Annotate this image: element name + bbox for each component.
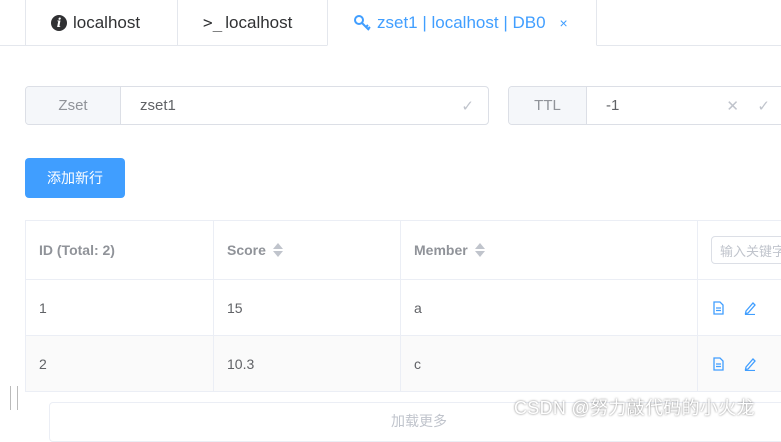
header-score[interactable]: Score [214,221,401,279]
cell-id: 1 [26,280,214,335]
tab-zset1-active[interactable]: zset1 | localhost | DB0 × [327,0,597,46]
table-header: ID (Total: 2) Score Member 输入关键字 [26,221,781,280]
info-icon: i [51,14,67,31]
header-id: ID (Total: 2) [26,221,214,279]
tab-label: localhost [73,12,141,32]
zset-table: ID (Total: 2) Score Member 输入关键字 1 15 a … [25,220,781,392]
header-score-label: Score [227,242,266,258]
tab-localhost-info[interactable]: i localhost [25,0,178,46]
edit-icon[interactable] [743,357,757,371]
table-row: 1 15 a [26,280,781,336]
tab-bar: i localhost >_ localhost zset1 | localho… [0,0,781,46]
tab-divider [0,45,25,46]
watermark: CSDN @努力敲代码的小火龙 [514,398,755,418]
cell-score: 15 [214,280,401,335]
ttl-input[interactable]: -1 ✕ ✓ [587,87,781,124]
check-icon[interactable]: ✓ [461,97,474,115]
resize-handle[interactable] [10,386,18,410]
header-member-label: Member [414,242,468,258]
tab-label: localhost [225,12,293,32]
edit-icon[interactable] [743,301,757,315]
cell-member: a [401,280,698,335]
check-icon[interactable]: ✓ [757,97,770,115]
header-member[interactable]: Member [401,221,698,279]
header-actions: 输入关键字 [698,221,781,279]
close-icon[interactable]: ✕ [726,97,739,115]
key-name-value: zset1 [140,97,176,114]
cell-actions [698,336,781,391]
keyword-search-input[interactable]: 输入关键字 [711,236,781,264]
close-icon[interactable]: × [560,15,568,31]
cell-member: c [401,336,698,391]
cell-id: 2 [26,336,214,391]
key-icon [353,14,371,32]
terminal-icon: >_ [203,13,223,32]
view-icon[interactable] [711,356,725,371]
key-name-input[interactable]: zset1 ✓ [121,87,488,124]
cell-score: 10.3 [214,336,401,391]
tab-divider [597,45,781,46]
view-icon[interactable] [711,300,725,315]
sort-icon[interactable] [272,243,283,257]
add-row-button[interactable]: 添加新行 [25,158,125,198]
ttl-value: -1 [606,97,620,114]
key-type-label: Zset [26,87,121,124]
table-row: 2 10.3 c [26,336,781,392]
sort-icon[interactable] [474,243,485,257]
tab-localhost-terminal[interactable]: >_ localhost [177,0,328,46]
cell-actions [698,280,781,335]
key-name-group: Zset zset1 ✓ [25,86,489,125]
tab-label: zset1 | localhost | DB0 [377,12,546,32]
ttl-label: TTL [509,87,587,124]
ttl-group: TTL -1 ✕ ✓ [508,86,781,125]
